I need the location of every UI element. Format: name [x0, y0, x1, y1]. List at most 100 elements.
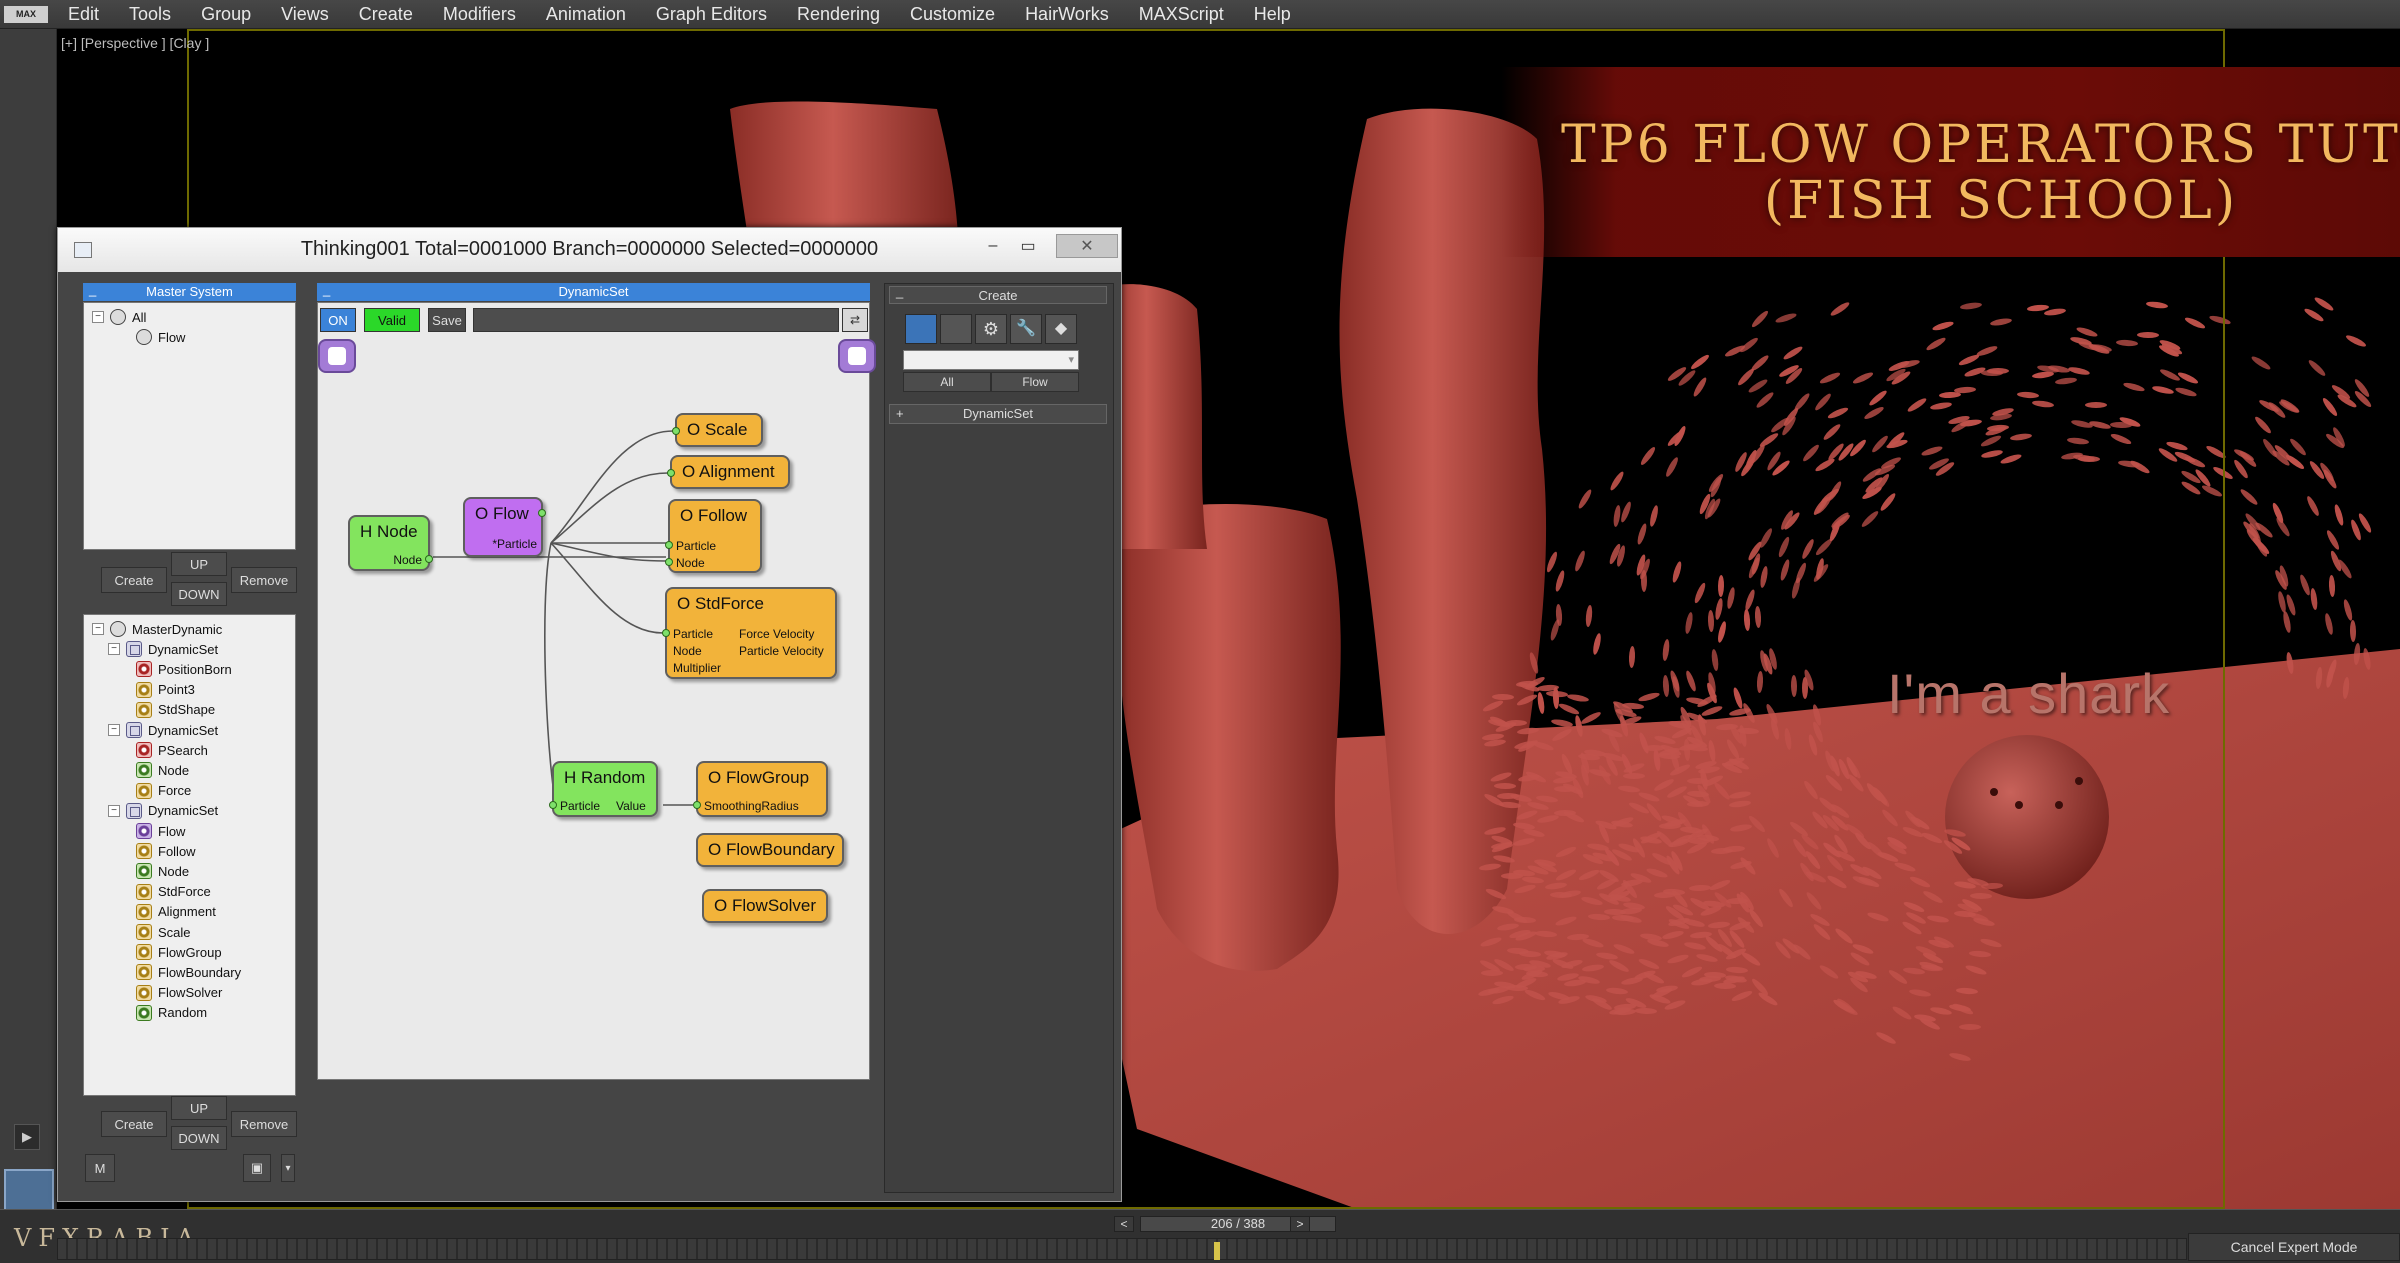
- maximize-icon[interactable]: ▭: [1012, 236, 1044, 256]
- close-icon[interactable]: ✕: [1056, 234, 1118, 258]
- node-o-flow[interactable]: O Flow *Particle: [463, 497, 546, 557]
- cube-icon[interactable]: ◆: [1045, 314, 1077, 344]
- menu-views[interactable]: Views: [281, 4, 329, 25]
- input-port-icon[interactable]: [549, 801, 557, 809]
- tree-row[interactable]: − MasterDynamic: [92, 619, 222, 639]
- tree-row[interactable]: FlowSolver: [136, 983, 222, 1003]
- pick-icon[interactable]: ▣: [243, 1154, 271, 1182]
- tree-row[interactable]: Follow: [136, 841, 196, 861]
- tab-all[interactable]: All: [903, 372, 991, 392]
- menu-create[interactable]: Create: [359, 4, 413, 25]
- category-dropdown[interactable]: ▾: [903, 350, 1079, 370]
- input-port-icon[interactable]: [667, 469, 675, 477]
- tree-row[interactable]: − DynamicSet: [108, 720, 218, 740]
- input-port-icon[interactable]: [693, 801, 701, 809]
- remove-button[interactable]: Remove: [231, 1111, 297, 1137]
- menu-maxscript[interactable]: MAXScript: [1139, 4, 1224, 25]
- expand-icon[interactable]: +: [896, 405, 904, 423]
- node-o-flowboundary[interactable]: O FlowBoundary: [696, 833, 844, 867]
- play-icon[interactable]: ▶: [14, 1124, 40, 1150]
- tree-row[interactable]: Flow: [136, 821, 185, 841]
- down-button[interactable]: DOWN: [171, 582, 227, 606]
- node-o-follow[interactable]: O Follow Particle Node: [665, 499, 762, 573]
- input-port-icon[interactable]: [672, 427, 680, 435]
- collapse-icon[interactable]: −: [92, 311, 104, 323]
- create-button[interactable]: Create: [101, 567, 167, 593]
- gear-icon[interactable]: ⚙: [975, 314, 1007, 344]
- tree-row[interactable]: Random: [136, 1003, 207, 1023]
- collapse-icon[interactable]: −: [92, 623, 104, 635]
- node-o-flowgroup[interactable]: O FlowGroup SmoothingRadius: [693, 761, 828, 817]
- tree-row[interactable]: Scale: [136, 922, 191, 942]
- wrench-icon[interactable]: 🔧: [1010, 314, 1042, 344]
- menu-graph-editors[interactable]: Graph Editors: [656, 4, 767, 25]
- menu-edit[interactable]: Edit: [68, 4, 99, 25]
- tree-row[interactable]: Alignment: [136, 902, 216, 922]
- input-port-icon[interactable]: [665, 558, 673, 566]
- output-port-icon[interactable]: [425, 555, 433, 563]
- dynamicset-header[interactable]: _ DynamicSet: [317, 281, 870, 301]
- tree-row[interactable]: − All: [92, 307, 146, 327]
- tree-row[interactable]: FlowBoundary: [136, 962, 241, 982]
- tab-flow[interactable]: Flow: [991, 372, 1079, 392]
- cancel-expert-mode-button[interactable]: Cancel Expert Mode: [2188, 1233, 2400, 1261]
- tree-row[interactable]: − DynamicSet: [108, 639, 218, 659]
- tree-row[interactable]: Node: [136, 760, 189, 780]
- tree-row[interactable]: Point3: [136, 680, 195, 700]
- create-rollout-header[interactable]: _ Create: [889, 283, 1107, 304]
- dropdown-arrow-icon[interactable]: ▾: [281, 1154, 295, 1182]
- prev-frame-button[interactable]: <: [1114, 1216, 1134, 1232]
- menu-hairworks[interactable]: HairWorks: [1025, 4, 1109, 25]
- next-frame-button[interactable]: >: [1290, 1216, 1310, 1232]
- up-button[interactable]: UP: [171, 552, 227, 576]
- tree-row[interactable]: PSearch: [136, 740, 208, 760]
- tree-row[interactable]: Flow: [136, 327, 185, 347]
- node-o-scale[interactable]: O Scale: [672, 413, 763, 447]
- collapse-icon[interactable]: _: [896, 283, 903, 301]
- tree-row[interactable]: StdForce: [136, 882, 211, 902]
- collapse-icon[interactable]: −: [108, 724, 120, 736]
- menu-customize[interactable]: Customize: [910, 4, 995, 25]
- node-o-stdforce[interactable]: O StdForce Particle Node Multiplier Forc…: [662, 587, 837, 679]
- minimize-icon[interactable]: –: [978, 236, 1008, 256]
- dynamicset-rollout[interactable]: + DynamicSet: [889, 404, 1107, 424]
- master-system-header[interactable]: _ Master System: [83, 281, 296, 301]
- operator-icon[interactable]: [940, 314, 972, 344]
- menu-help[interactable]: Help: [1254, 4, 1291, 25]
- input-port-icon[interactable]: [662, 629, 670, 637]
- tree-row[interactable]: PositionBorn: [136, 659, 232, 679]
- output-port-icon[interactable]: [538, 509, 546, 517]
- max-logo[interactable]: MAX: [4, 5, 48, 23]
- node-graph-canvas[interactable]: ON Valid Save ⇄ H Node Node O Flow *Part…: [317, 302, 876, 1080]
- menu-rendering[interactable]: Rendering: [797, 4, 880, 25]
- up-button[interactable]: UP: [171, 1096, 227, 1120]
- tree-row[interactable]: − DynamicSet: [108, 801, 218, 821]
- tree-row[interactable]: FlowGroup: [136, 942, 222, 962]
- tree-label: Alignment: [158, 904, 216, 920]
- menu-animation[interactable]: Animation: [546, 4, 626, 25]
- node-grid-icon[interactable]: [905, 314, 937, 344]
- node-o-flowsolver[interactable]: O FlowSolver: [702, 889, 828, 923]
- window-titlebar[interactable]: Thinking001 Total=0001000 Branch=0000000…: [58, 228, 1121, 272]
- collapse-icon[interactable]: −: [108, 643, 120, 656]
- collapse-icon[interactable]: −: [108, 804, 120, 817]
- m-button[interactable]: M: [85, 1154, 115, 1182]
- create-button[interactable]: Create: [101, 1111, 167, 1137]
- collapse-icon[interactable]: _: [89, 281, 96, 299]
- timeline-track[interactable]: [57, 1238, 2187, 1260]
- input-port-icon[interactable]: [665, 541, 673, 549]
- collapse-icon[interactable]: _: [323, 281, 330, 299]
- tree-row[interactable]: Node: [136, 861, 189, 881]
- tree-row[interactable]: StdShape: [136, 700, 215, 720]
- timeline-marker[interactable]: [1214, 1242, 1220, 1260]
- menu-tools[interactable]: Tools: [129, 4, 171, 25]
- node-h-random[interactable]: H Random Particle Value: [549, 761, 658, 817]
- viewport-label[interactable]: [+] [Perspective ] [Clay ]: [61, 35, 209, 51]
- remove-button[interactable]: Remove: [231, 567, 297, 593]
- node-o-alignment[interactable]: O Alignment: [667, 455, 790, 489]
- tree-row[interactable]: Force: [136, 781, 191, 801]
- down-button[interactable]: DOWN: [171, 1126, 227, 1150]
- menu-group[interactable]: Group: [201, 4, 251, 25]
- node-h-node[interactable]: H Node Node: [348, 515, 433, 571]
- menu-modifiers[interactable]: Modifiers: [443, 4, 516, 25]
